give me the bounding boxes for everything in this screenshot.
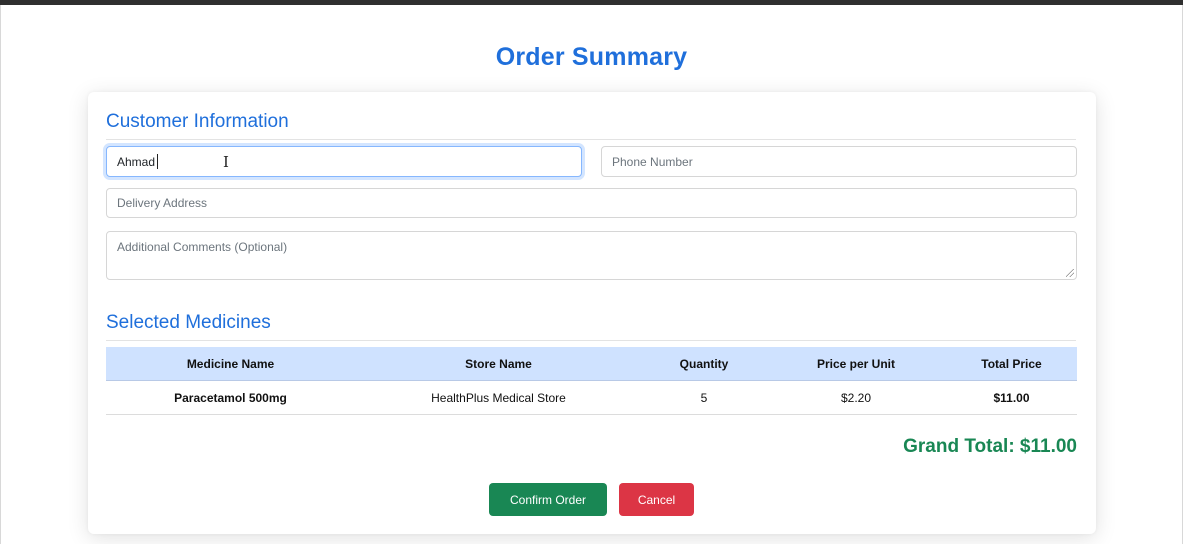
order-card: Customer Information Ahmad I Phone Numbe… xyxy=(88,92,1096,534)
column-header-medicine-name: Medicine Name xyxy=(106,347,355,381)
grand-total: Grand Total: $11.00 xyxy=(903,436,1077,457)
table-row: Paracetamol 500mg HealthPlus Medical Sto… xyxy=(106,380,1077,415)
window-top-bar xyxy=(0,0,1183,5)
cell-price-per-unit: $2.20 xyxy=(766,380,946,415)
delivery-address-placeholder: Delivery Address xyxy=(117,196,208,210)
phone-number-placeholder: Phone Number xyxy=(612,154,693,169)
cell-medicine-name: Paracetamol 500mg xyxy=(106,380,355,415)
cell-store-name: HealthPlus Medical Store xyxy=(355,380,642,415)
additional-comments-textarea[interactable]: Additional Comments (Optional) xyxy=(106,231,1077,280)
column-header-total-price: Total Price xyxy=(946,347,1077,381)
page-title: Order Summary xyxy=(495,43,688,71)
additional-comments-placeholder: Additional Comments (Optional) xyxy=(117,240,288,254)
table-header-row: Medicine Name Store Name Quantity Price … xyxy=(106,347,1077,381)
cell-quantity: 5 xyxy=(642,380,766,415)
customer-name-input[interactable]: Ahmad I xyxy=(106,146,582,177)
window-left-edge xyxy=(0,5,1,544)
cell-total-price: $11.00 xyxy=(946,380,1077,415)
column-header-store-name: Store Name xyxy=(355,347,642,381)
delivery-address-input[interactable]: Delivery Address xyxy=(106,188,1077,218)
text-cursor-icon: I xyxy=(223,153,229,171)
text-caret xyxy=(157,154,159,169)
cancel-button[interactable]: Cancel xyxy=(619,483,694,516)
column-header-price-per-unit: Price per Unit xyxy=(766,347,946,381)
customer-info-heading: Customer Information xyxy=(106,111,1076,140)
customer-name-value: Ahmad xyxy=(117,154,156,169)
phone-number-input[interactable]: Phone Number xyxy=(601,146,1077,177)
medicines-table: Medicine Name Store Name Quantity Price … xyxy=(106,347,1077,415)
confirm-order-button[interactable]: Confirm Order xyxy=(489,483,607,516)
selected-medicines-heading: Selected Medicines xyxy=(106,312,1076,341)
column-header-quantity: Quantity xyxy=(642,347,766,381)
resize-handle-icon[interactable] xyxy=(1066,269,1074,277)
